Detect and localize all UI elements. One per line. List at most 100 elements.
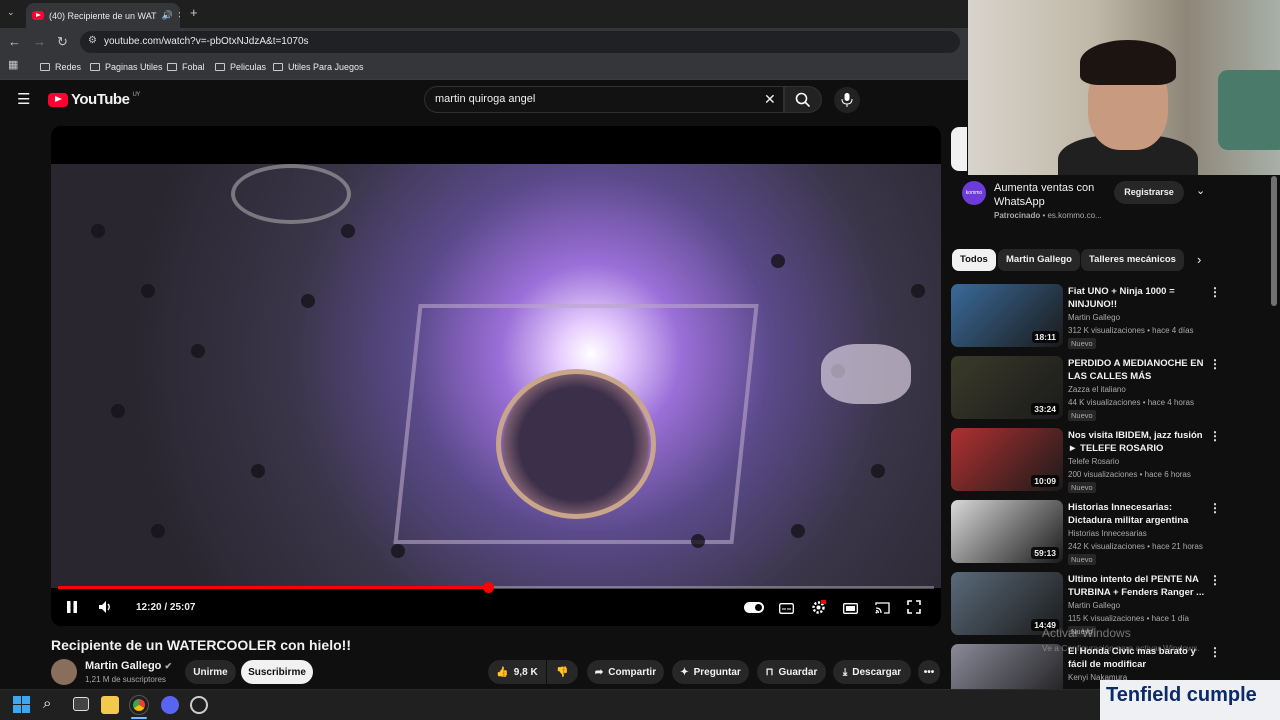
tab-search-icon[interactable]: ⌄ bbox=[7, 8, 15, 17]
video-frame[interactable] bbox=[51, 164, 941, 588]
fullscreen-icon bbox=[907, 600, 921, 614]
windows-start-icon[interactable] bbox=[13, 696, 31, 714]
new-tab-button[interactable]: + bbox=[190, 6, 198, 19]
apps-grid-icon[interactable]: ▦ bbox=[8, 60, 18, 71]
bookmark-paginas-utiles[interactable]: Paginas Utiles bbox=[90, 62, 163, 72]
ask-button[interactable]: ✦ Preguntar bbox=[672, 660, 749, 684]
channel-name[interactable]: Martin Gallego ✔ bbox=[85, 660, 172, 672]
chip-martin-gallego[interactable]: Martin Gallego bbox=[998, 249, 1080, 271]
bookmark-redes[interactable]: Redes bbox=[40, 62, 81, 72]
video-title[interactable]: Nos visita IBIDEM, jazz fusión ► TELEFE … bbox=[1068, 429, 1208, 455]
more-actions-button[interactable]: ••• bbox=[918, 660, 940, 684]
save-button[interactable]: ⊓ Guardar bbox=[757, 660, 826, 684]
bookmark-utiles-para-juegos[interactable]: Utiles Para Juegos bbox=[273, 62, 364, 72]
more-options-icon[interactable]: ⋮ bbox=[1209, 502, 1221, 514]
subtitles-button[interactable] bbox=[779, 602, 794, 616]
folder-icon bbox=[215, 63, 225, 71]
chip-talleres-mecanicos[interactable]: Talleres mecánicos bbox=[1081, 249, 1184, 271]
dislike-button[interactable]: 👎 bbox=[547, 660, 578, 684]
address-bar[interactable]: youtube.com/watch?v=-pbOtxNJdzA&t=1070s bbox=[80, 31, 960, 53]
time-display: 12:20 / 25:07 bbox=[136, 602, 196, 613]
download-button[interactable]: ⤓ Descargar bbox=[833, 660, 911, 684]
tab-title: (40) Recipiente de un WAT bbox=[49, 10, 157, 21]
channel-name: Telefe Rosario bbox=[1068, 457, 1120, 466]
recommended-video[interactable]: 10:09 Nos visita IBIDEM, jazz fusión ► TE… bbox=[951, 428, 1221, 493]
gloved-hand bbox=[821, 344, 911, 404]
ad-logo[interactable]: kommo bbox=[962, 181, 986, 205]
clear-search-icon[interactable]: ✕ bbox=[764, 91, 776, 108]
search-input[interactable]: martin quiroga angel bbox=[424, 86, 784, 113]
pause-button[interactable] bbox=[66, 601, 78, 615]
ad-expand-icon[interactable]: ⌄ bbox=[1196, 184, 1205, 197]
autoplay-toggle[interactable] bbox=[744, 602, 764, 613]
recommended-video[interactable]: 33:24 PERDIDO A MEDIANOCHE EN LAS CALLES … bbox=[951, 356, 1221, 421]
menu-icon[interactable]: ☰ bbox=[17, 92, 30, 107]
chips-next-icon[interactable]: › bbox=[1197, 252, 1201, 267]
search-icon bbox=[795, 92, 811, 108]
more-options-icon[interactable]: ⋮ bbox=[1209, 286, 1221, 298]
fullscreen-button[interactable] bbox=[907, 600, 921, 616]
chrome-icon[interactable] bbox=[129, 695, 149, 715]
forward-icon[interactable]: → bbox=[33, 35, 46, 48]
share-button[interactable]: ➦ Compartir bbox=[587, 660, 664, 684]
video-title[interactable]: PERDIDO A MEDIANOCHE EN LAS CALLES MÁS P… bbox=[1068, 357, 1208, 383]
video-title: Recipiente de un WATERCOOLER con hielo!! bbox=[51, 637, 351, 653]
channel-avatar[interactable] bbox=[51, 659, 77, 685]
video-duration: 33:24 bbox=[1031, 403, 1059, 415]
ad-sponsor-line: Patrocinado • es.kommo.co... bbox=[994, 211, 1102, 220]
discord-icon[interactable] bbox=[161, 696, 179, 714]
recommended-video[interactable]: 18:11 Fiat UNO + Ninja 1000 = NINJUNO!! Ma… bbox=[951, 284, 1221, 349]
video-thumbnail[interactable]: 33:24 bbox=[951, 356, 1063, 419]
youtube-logo[interactable]: YouTube UY bbox=[48, 91, 140, 108]
tab-close-icon[interactable]: ✕ bbox=[178, 10, 180, 21]
browser-tab[interactable]: (40) Recipiente de un WAT 🔊 ✕ bbox=[26, 3, 180, 28]
more-options-icon[interactable]: ⋮ bbox=[1209, 574, 1221, 586]
channel-name: Zazza el italiano bbox=[1068, 385, 1126, 394]
task-view-icon[interactable] bbox=[73, 697, 89, 711]
bed-pillow bbox=[1218, 70, 1280, 150]
ad-register-button[interactable]: Registrarse bbox=[1114, 181, 1184, 204]
new-badge: Nuevo bbox=[1068, 410, 1096, 421]
back-icon[interactable]: ← bbox=[8, 35, 21, 48]
more-options-icon[interactable]: ⋮ bbox=[1209, 430, 1221, 442]
video-thumbnail[interactable]: 10:09 bbox=[951, 428, 1063, 491]
join-button[interactable]: Unirme bbox=[185, 660, 236, 684]
person-hair bbox=[1080, 40, 1176, 85]
page-scrollbar[interactable] bbox=[1271, 176, 1277, 306]
video-title[interactable]: Ultimo intento del PENTE NA TURBINA + Fe… bbox=[1068, 573, 1208, 599]
file-explorer-icon[interactable] bbox=[101, 696, 119, 714]
channel-name: Martin Gallego bbox=[1068, 601, 1121, 610]
bookmark-fobal[interactable]: Fobal bbox=[167, 62, 205, 72]
reload-icon[interactable]: ↻ bbox=[57, 35, 68, 48]
settings-button[interactable] bbox=[811, 600, 827, 617]
video-title[interactable]: Historias Innecesarias: Dictadura milita… bbox=[1068, 501, 1208, 527]
like-button[interactable]: 👍 9,8 K bbox=[488, 660, 546, 684]
cast-button[interactable] bbox=[875, 602, 890, 616]
ad-title[interactable]: Aumenta ventas con WhatsApp bbox=[994, 181, 1104, 209]
subscribe-button[interactable]: Suscribirme bbox=[241, 660, 313, 684]
theater-mode-button[interactable] bbox=[843, 602, 858, 616]
voice-search-button[interactable] bbox=[834, 87, 860, 113]
bookmark-peliculas[interactable]: Peliculas bbox=[215, 62, 266, 72]
more-options-icon[interactable]: ⋮ bbox=[1209, 646, 1221, 658]
video-thumbnail[interactable]: 18:11 bbox=[951, 284, 1063, 347]
site-info-icon[interactable]: ⚙ bbox=[88, 36, 97, 46]
recommended-video[interactable]: 59:13 Historias Innecesarias: Dictadura m… bbox=[951, 500, 1221, 565]
taskbar-search-icon[interactable]: ⌕ bbox=[43, 695, 61, 713]
video-meta: 312 K visualizaciones • hace 4 días bbox=[1068, 326, 1194, 335]
metal-gear bbox=[231, 164, 351, 224]
video-meta: 242 K visualizaciones • hace 21 horas bbox=[1068, 542, 1203, 551]
video-meta: 200 visualizaciones • hace 6 horas bbox=[1068, 470, 1191, 479]
search-button[interactable] bbox=[784, 86, 822, 113]
video-title[interactable]: Fiat UNO + Ninja 1000 = NINJUNO!! bbox=[1068, 285, 1208, 311]
more-options-icon[interactable]: ⋮ bbox=[1209, 358, 1221, 370]
channel-name: Historias Innecesarias bbox=[1068, 529, 1147, 538]
folder-icon bbox=[273, 63, 283, 71]
video-thumbnail[interactable]: 59:13 bbox=[951, 500, 1063, 563]
thumbs-up-icon: 👍 bbox=[496, 666, 509, 678]
subscriber-count: 1,21 M de suscriptores bbox=[85, 675, 166, 684]
active-app-indicator bbox=[131, 717, 147, 719]
chip-todos[interactable]: Todos bbox=[952, 249, 996, 271]
app-icon[interactable] bbox=[190, 696, 208, 714]
volume-button[interactable] bbox=[98, 600, 112, 616]
